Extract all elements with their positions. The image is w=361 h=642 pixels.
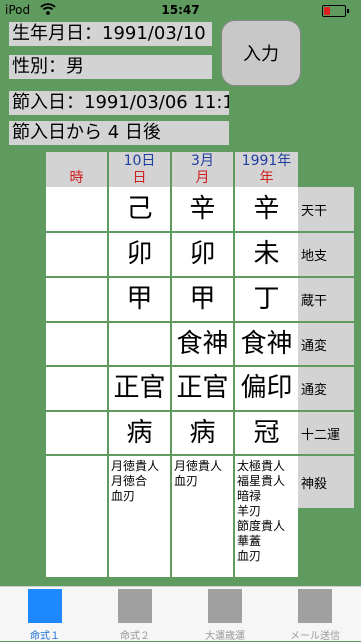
cell-year-row5: 偏印: [235, 367, 298, 410]
cell-month-row3: 甲: [172, 278, 233, 321]
header-day: 10日: [109, 152, 170, 170]
gender-label: 性別：男: [9, 55, 212, 79]
row-label: 地支: [298, 233, 354, 276]
cell-month-row6: 病: [172, 412, 233, 454]
cell-hour-row3: [46, 278, 107, 321]
cell-month-row2: 卯: [172, 233, 233, 276]
birthdate-label: 生年月日：1991/03/10: [9, 22, 212, 46]
battery-icon: [322, 5, 349, 17]
tab-meishiki-2[interactable]: 命式２: [90, 589, 180, 642]
header-blank: [46, 152, 107, 170]
cell-hour-row6: [46, 412, 107, 454]
cell-year-row3: 丁: [235, 278, 298, 321]
setsuiri-label: 節入日：1991/03/06 11:12: [9, 91, 229, 115]
pillar-month: 月: [172, 169, 233, 187]
tab-meishiki-1[interactable]: 命式１: [0, 589, 90, 642]
row-label: 蔵干: [298, 278, 354, 321]
cell-hour-shinsatsu: [46, 456, 107, 577]
cell-year-row6: 冠: [235, 412, 298, 454]
cell-year-row4: 食神: [235, 323, 298, 365]
pillar-hour: 時: [46, 169, 107, 187]
tab-icon: [118, 589, 152, 623]
tab-taiun-saiun[interactable]: 大運歳運: [180, 589, 270, 642]
header-month: 3月: [172, 152, 233, 170]
cell-month-row1: 辛: [172, 187, 233, 231]
cell-day-row4: [109, 323, 170, 365]
input-button[interactable]: 入力: [221, 20, 301, 86]
cell-hour-row4: [46, 323, 107, 365]
cell-day-row6: 病: [109, 412, 170, 454]
cell-month-shinsatsu: 月徳貴人 血刃: [172, 456, 233, 577]
row-label: 神殺: [298, 456, 354, 508]
tab-bar: 命式１ 命式２ 大運歳運 メール送信: [0, 586, 361, 642]
cell-day-shinsatsu: 月徳貴人 月徳合 血刃: [109, 456, 170, 577]
cell-hour-row5: [46, 367, 107, 410]
cell-day-row5: 正官: [109, 367, 170, 410]
cell-hour-row2: [46, 233, 107, 276]
clock: 15:47: [161, 3, 200, 17]
row-label: 通変: [298, 367, 354, 410]
tab-icon: [298, 589, 332, 623]
days-after-label: 節入日から 4 日後: [9, 121, 229, 145]
cell-year-row1: 辛: [235, 187, 298, 231]
meishiki-grid: 己辛辛卯卯未甲甲丁食神 食神 正官 正官 偏印病病冠月徳貴人 月徳合 血刃 月徳貴人 血刃…: [46, 187, 298, 577]
row-label: 通変: [298, 323, 354, 365]
tab-icon: [208, 589, 242, 623]
status-bar: iPod 15:47: [0, 0, 361, 20]
pillar-day: 日: [109, 169, 170, 187]
cell-day-row1: 己: [109, 187, 170, 231]
tab-mail-send[interactable]: メール送信: [270, 589, 360, 642]
cell-year-row2: 未: [235, 233, 298, 276]
header-year: 1991年: [235, 152, 298, 170]
pillar-year: 年: [235, 169, 298, 187]
cell-year-shinsatsu: 太極貴人 福星貴人 暗禄 羊刃 節度貴人 華蓋 血刃: [235, 456, 298, 577]
cell-day-row2: 卯: [109, 233, 170, 276]
cell-hour-row1: [46, 187, 107, 231]
row-label: 十二運: [298, 412, 354, 454]
cell-month-row4: 食神: [172, 323, 233, 365]
cell-month-row5: 正官: [172, 367, 233, 410]
tab-icon: [28, 589, 62, 623]
cell-day-row3: 甲: [109, 278, 170, 321]
row-label: 天干: [298, 187, 354, 231]
